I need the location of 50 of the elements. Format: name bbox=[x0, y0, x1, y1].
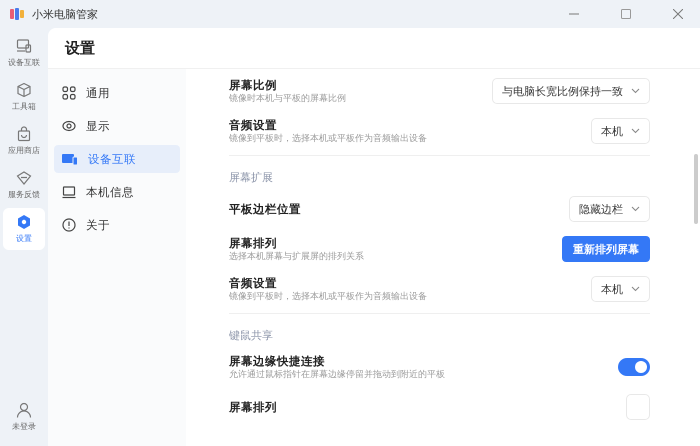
diamond-icon bbox=[16, 170, 32, 186]
close-icon[interactable] bbox=[673, 9, 683, 19]
setting-description: 允许通过鼠标指针在屏幕边缘停留并拖动到附近的平板 bbox=[229, 368, 446, 382]
grid-icon bbox=[62, 86, 76, 100]
maximize-icon[interactable] bbox=[621, 9, 631, 19]
scrollbar-thumb[interactable] bbox=[694, 154, 698, 224]
nav-item[interactable]: 通用 bbox=[54, 79, 180, 107]
setting-title: 屏幕比例 bbox=[229, 76, 278, 92]
chevron-down-icon bbox=[631, 128, 640, 134]
info-icon bbox=[62, 218, 76, 232]
rail-item[interactable]: 工具箱 bbox=[3, 76, 45, 118]
cube-icon bbox=[16, 82, 32, 98]
laptop-icon bbox=[62, 185, 76, 199]
dropdown[interactable]: 本机 bbox=[591, 276, 650, 302]
dropdown[interactable]: 本机 bbox=[591, 118, 650, 144]
dropdown[interactable]: 与电脑长宽比例保持一致 bbox=[492, 78, 650, 104]
rearrange-button[interactable]: 重新排列屏幕 bbox=[562, 236, 650, 262]
devices-icon bbox=[16, 38, 32, 54]
setting-description: 选择本机屏幕与扩展屏的排列关系 bbox=[229, 250, 365, 264]
section-heading: 键鼠共享 bbox=[229, 328, 274, 344]
eye-icon bbox=[62, 119, 76, 133]
nav-item[interactable]: 显示 bbox=[54, 112, 180, 140]
setting-description: 镜像到平板时，选择本机或平板作为音频输出设备 bbox=[229, 132, 428, 146]
nav-item[interactable]: 本机信息 bbox=[54, 178, 180, 206]
chevron-down-icon bbox=[631, 286, 640, 292]
rail-item[interactable]: 服务反馈 bbox=[3, 164, 45, 206]
rail-item[interactable]: 应用商店 bbox=[3, 120, 45, 162]
setting-description: 镜像到平板时，选择本机或平板作为音频输出设备 bbox=[229, 290, 428, 304]
app-logo-icon bbox=[10, 8, 24, 20]
rail-item[interactable]: 设备互联 bbox=[3, 32, 45, 74]
nav-item[interactable]: 关于 bbox=[54, 211, 180, 239]
setting-title: 屏幕边缘快捷连接 bbox=[229, 352, 326, 368]
rail-item[interactable]: 设置 bbox=[3, 208, 45, 250]
chevron-down-icon bbox=[631, 88, 640, 94]
dropdown[interactable]: 隐藏边栏 bbox=[569, 196, 650, 222]
setting-title: 屏幕排列 bbox=[229, 399, 278, 415]
setting-title: 音频设置 bbox=[229, 116, 278, 132]
section-heading: 屏幕扩展 bbox=[229, 170, 274, 186]
user-icon bbox=[16, 402, 32, 418]
setting-title: 音频设置 bbox=[229, 274, 278, 290]
settings-icon bbox=[16, 214, 32, 230]
devices-icon bbox=[62, 152, 78, 166]
chevron-down-icon bbox=[631, 206, 640, 212]
toggle-switch[interactable] bbox=[618, 358, 650, 376]
setting-title: 平板边栏位置 bbox=[229, 201, 302, 217]
login-button[interactable]: 未登录 bbox=[3, 396, 45, 438]
bag-icon bbox=[16, 126, 32, 142]
setting-description: 镜像时本机与平板的屏幕比例 bbox=[229, 92, 347, 106]
window-title: 小米电脑管家 bbox=[32, 6, 98, 22]
setting-title: 屏幕排列 bbox=[229, 234, 278, 250]
